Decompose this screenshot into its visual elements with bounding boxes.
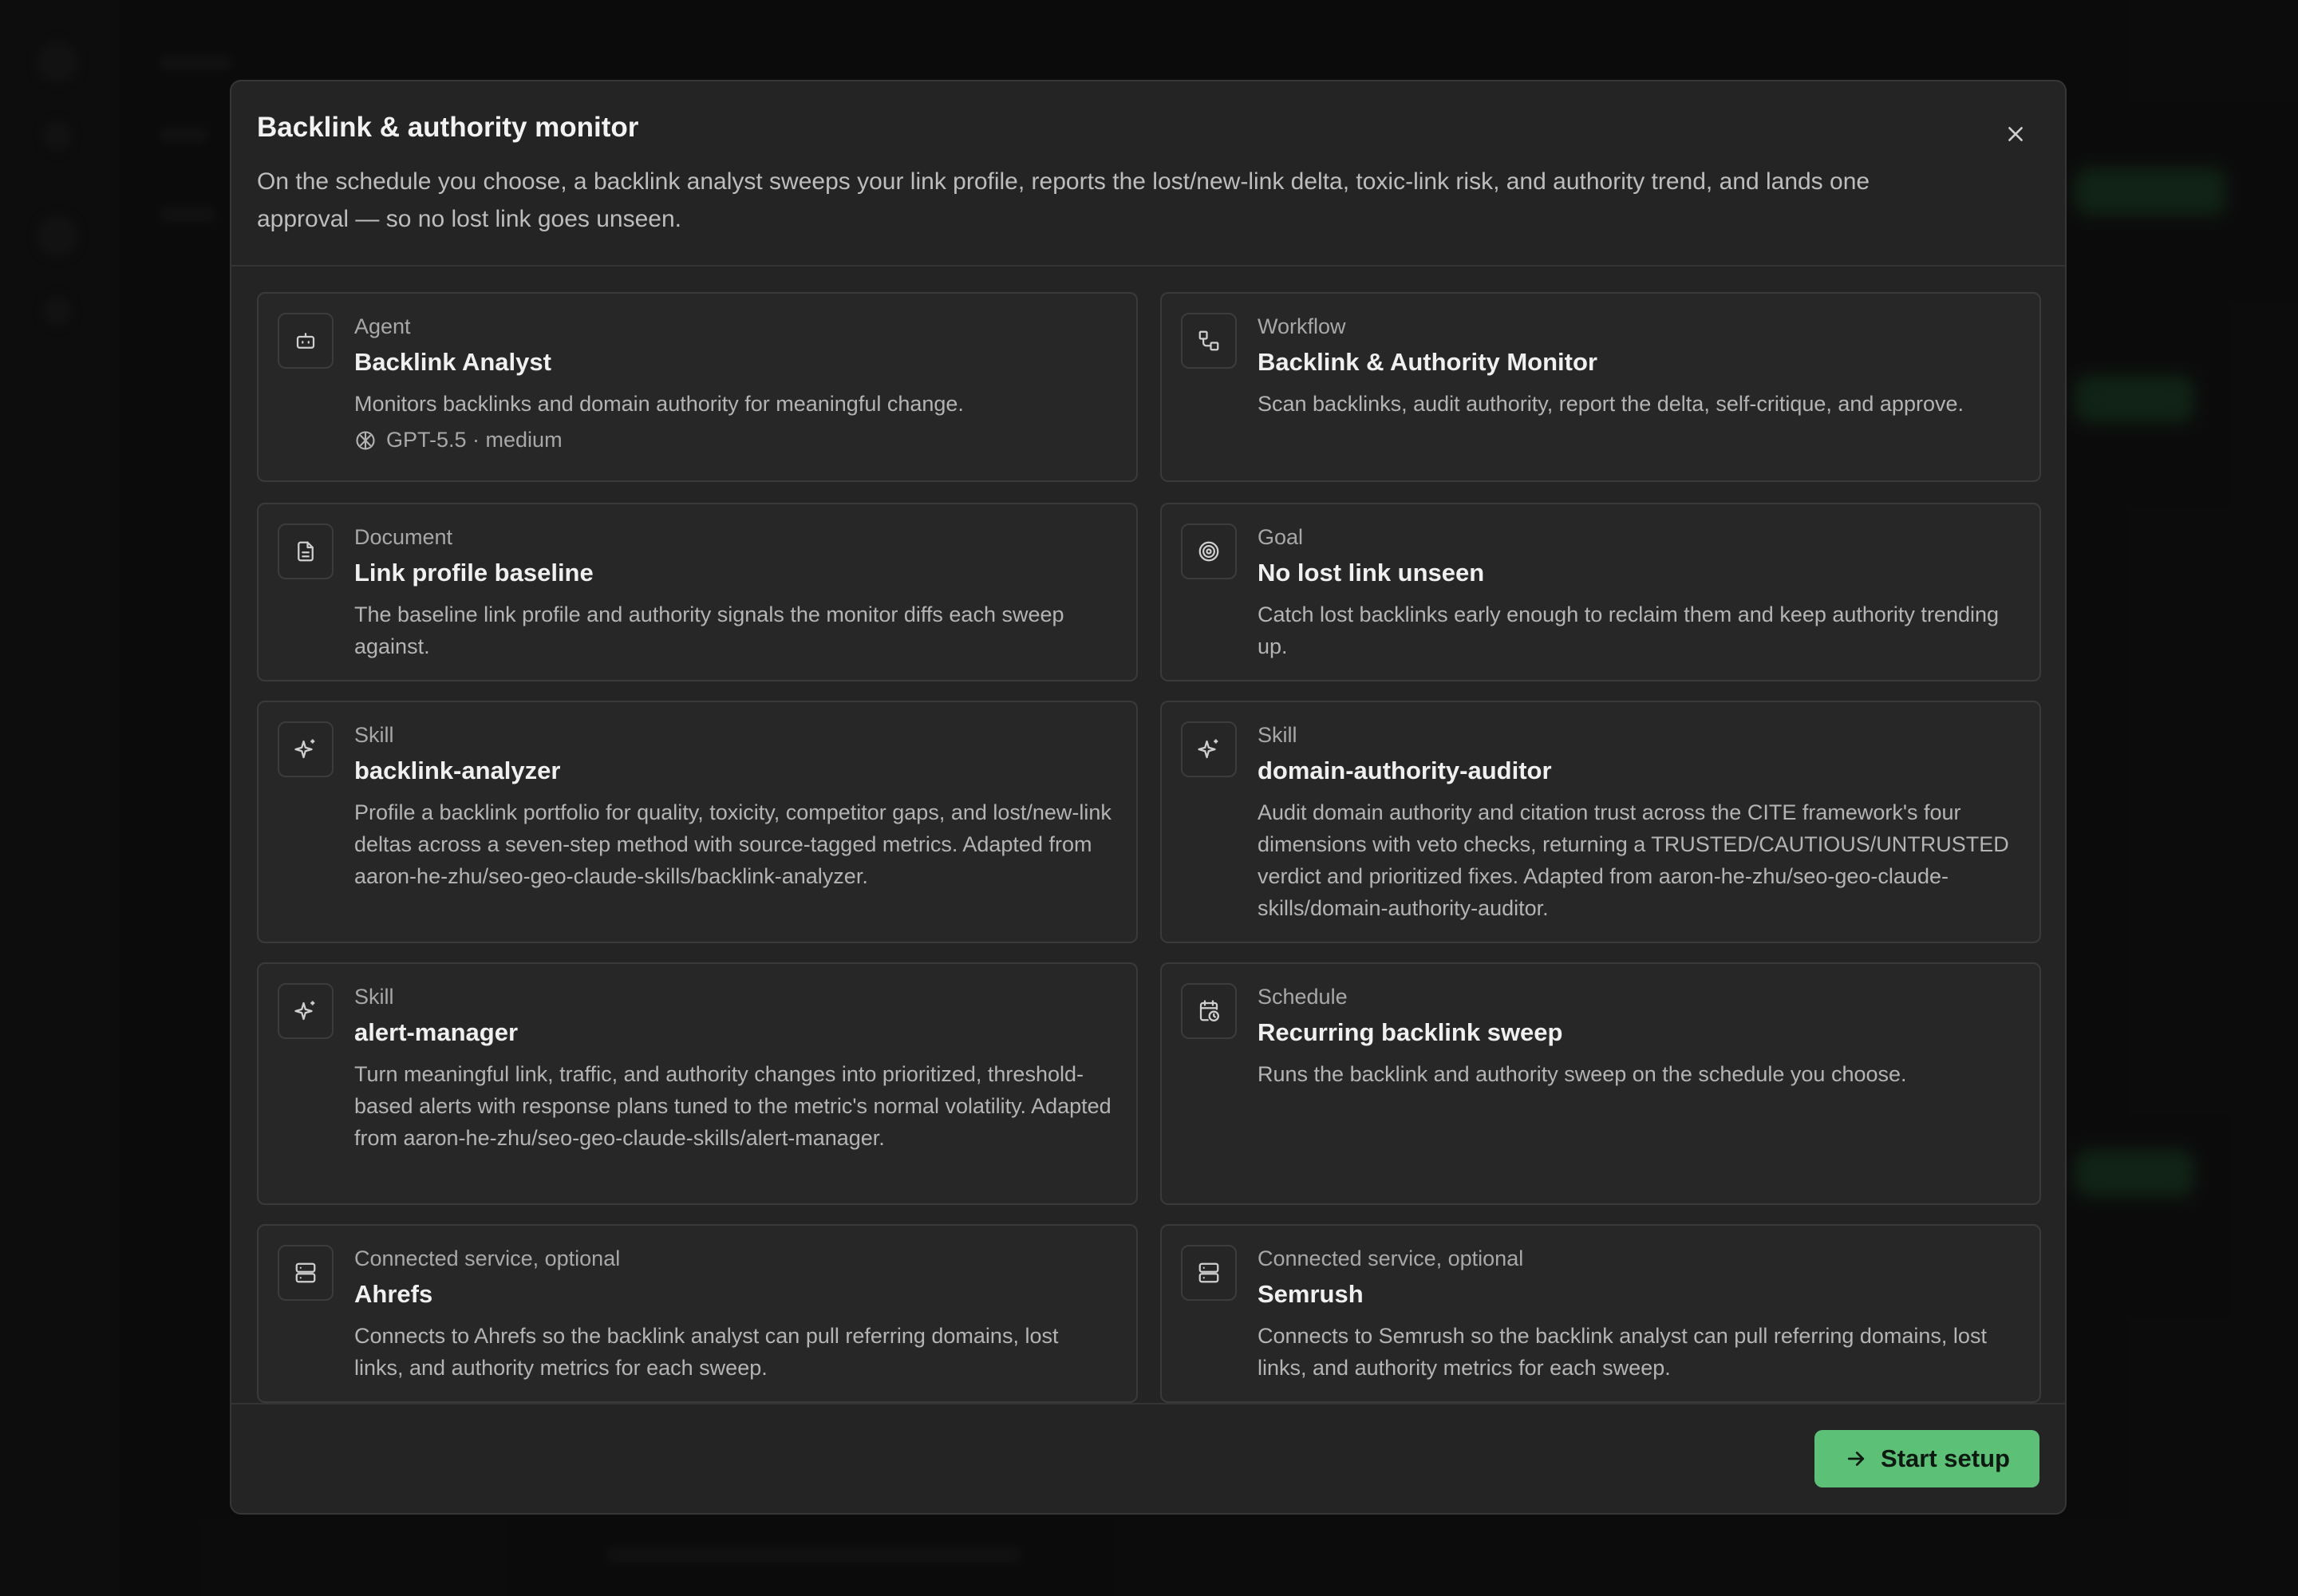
- card-skill-alert-manager[interactable]: Skill alert-manager Turn meaningful link…: [257, 962, 1138, 1205]
- model-icon: [356, 430, 375, 450]
- dialog-description: On the schedule you choose, a backlink a…: [257, 168, 1870, 232]
- card-description: Monitors backlinks and domain authority …: [354, 392, 964, 416]
- server-icon: [1198, 1262, 1219, 1283]
- card-title: Semrush: [1258, 1280, 1364, 1308]
- document-icon: [298, 541, 314, 562]
- card-title: domain-authority-auditor: [1258, 757, 1552, 784]
- card-description: Runs the backlink and authority sweep on…: [1258, 1062, 1907, 1086]
- workflow-icon: [1198, 330, 1219, 351]
- card-title: Ahrefs: [354, 1280, 433, 1308]
- setup-dialog: Backlink & authority monitor On the sche…: [230, 80, 2067, 1515]
- card-skill-domain-authority-auditor[interactable]: Skill domain-authority-auditor Audit dom…: [1160, 701, 2041, 943]
- dialog-title: Backlink & authority monitor: [257, 112, 639, 143]
- model-label: GPT-5.5 · medium: [386, 428, 563, 452]
- card-description: Audit domain authority and citation trus…: [1258, 800, 2009, 920]
- card-kind: Skill: [354, 723, 394, 747]
- close-button[interactable]: [1998, 117, 2033, 152]
- card-description: Turn meaningful link, traffic, and autho…: [354, 1062, 1111, 1150]
- card-description: Catch lost backlinks early enough to rec…: [1258, 602, 2000, 658]
- card-description: The baseline link profile and authority …: [354, 602, 1064, 658]
- card-document[interactable]: Document Link profile baseline The basel…: [257, 503, 1138, 681]
- start-setup-button[interactable]: Start setup: [1814, 1430, 2039, 1487]
- card-kind: Skill: [1258, 723, 1297, 747]
- dialog-footer: Start setup: [231, 1403, 2065, 1513]
- card-meta: GPT-5.5 · medium: [354, 428, 563, 452]
- card-kind: Connected service, optional: [1258, 1246, 1524, 1270]
- server-icon: [295, 1262, 316, 1283]
- card-agent[interactable]: Agent Backlink Analyst Monitors backlink…: [257, 292, 1138, 482]
- card-schedule[interactable]: Schedule Recurring backlink sweep Runs t…: [1160, 962, 2041, 1205]
- card-kind: Schedule: [1258, 985, 1348, 1009]
- sparkles-icon: [294, 1001, 315, 1021]
- calendar-clock-icon: [1199, 1000, 1219, 1021]
- card-title: Link profile baseline: [354, 559, 594, 587]
- card-kind: Connected service, optional: [354, 1246, 621, 1270]
- target-icon: [1198, 541, 1219, 562]
- card-title: No lost link unseen: [1258, 559, 1485, 587]
- card-description: Profile a backlink portfolio for quality…: [354, 800, 1111, 888]
- dialog-header: Backlink & authority monitor On the sche…: [231, 81, 2065, 267]
- card-title: backlink-analyzer: [354, 757, 561, 784]
- card-title: Backlink Analyst: [354, 348, 551, 376]
- card-workflow[interactable]: Workflow Backlink & Authority Monitor Sc…: [1160, 292, 2041, 482]
- card-kind: Skill: [354, 985, 394, 1009]
- card-kind: Goal: [1258, 525, 1304, 549]
- card-title: Backlink & Authority Monitor: [1258, 348, 1597, 376]
- card-goal[interactable]: Goal No lost link unseen Catch lost back…: [1160, 503, 2041, 681]
- card-service-semrush[interactable]: Connected service, optional Semrush Conn…: [1160, 1224, 2041, 1403]
- sparkles-icon: [1198, 739, 1218, 759]
- card-description: Connects to Ahrefs so the backlink analy…: [354, 1324, 1059, 1380]
- card-kind: Workflow: [1258, 314, 1346, 338]
- card-description: Connects to Semrush so the backlink anal…: [1258, 1324, 1987, 1380]
- bot-icon: [296, 333, 315, 349]
- card-kind: Document: [354, 525, 453, 549]
- sparkles-icon: [294, 739, 315, 759]
- card-skill-backlink-analyzer[interactable]: Skill backlink-analyzer Profile a backli…: [257, 701, 1138, 943]
- card-title: Recurring backlink sweep: [1258, 1018, 1563, 1046]
- arrow-right-icon: [1847, 1452, 1865, 1466]
- card-service-ahrefs[interactable]: Connected service, optional Ahrefs Conne…: [257, 1224, 1138, 1403]
- card-title: alert-manager: [354, 1018, 519, 1046]
- close-icon: [2008, 127, 2023, 141]
- start-setup-label: Start setup: [1881, 1444, 2010, 1472]
- card-kind: Agent: [354, 314, 411, 338]
- card-description: Scan backlinks, audit authority, report …: [1258, 392, 1964, 416]
